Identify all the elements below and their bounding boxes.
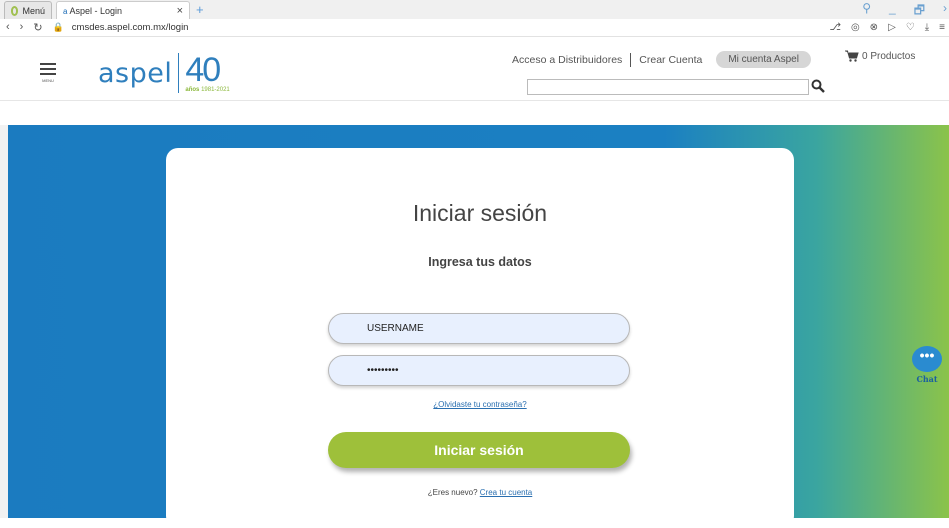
chat-bubble-icon: ••• — [912, 346, 942, 372]
settings-menu-icon[interactable]: ≡ — [939, 22, 945, 33]
browser-tabbar: Menú a Aspel - Login × + ⚲ _ 🗗 › — [0, 0, 949, 19]
cart-label: 0 Productos — [862, 50, 916, 62]
chat-widget[interactable]: ••• Chat — [912, 346, 942, 384]
search-icon[interactable] — [811, 79, 825, 93]
cart-icon — [845, 50, 859, 62]
anniversary-word: años — [185, 87, 200, 93]
distributors-link[interactable]: Acceso a Distribuidores — [512, 54, 622, 66]
heart-icon[interactable]: ♡ — [906, 22, 915, 33]
forward-icon[interactable]: › — [20, 21, 24, 34]
register-link[interactable]: Crea tu cuenta — [480, 488, 532, 497]
create-account-link[interactable]: Crear Cuenta — [639, 54, 702, 66]
aspel-favicon-icon: a — [63, 6, 68, 16]
username-input[interactable]: USERNAME — [328, 313, 630, 344]
login-subtitle: Ingresa tus datos — [428, 255, 532, 269]
logo-text: aspel — [98, 57, 173, 89]
new-tab-button[interactable]: + — [190, 1, 210, 19]
adblock-icon[interactable]: ⊗ — [870, 22, 878, 33]
aspel-40-logo[interactable]: aspel 40 años 1981-2021 — [98, 53, 230, 93]
top-links: Acceso a Distribuidores Crear Cuenta Mi … — [512, 51, 811, 68]
site-header: MENU aspel 40 años 1981-2021 Acceso a Di… — [0, 37, 949, 101]
forgot-password-link[interactable]: ¿Olvidaste tu contraseña? — [166, 400, 794, 409]
new-user-text: ¿Eres nuevo? — [427, 488, 478, 497]
download-icon[interactable]: ⤓ — [925, 22, 929, 33]
anniversary-number: 40 — [185, 51, 221, 89]
browser-menu-tab[interactable]: Menú — [4, 1, 52, 19]
my-account-button[interactable]: Mi cuenta Aspel — [716, 51, 811, 68]
address-bar: ‹ › ↻ 🔒 cmsdes.aspel.com.mx/login ⎇ ◎ ⊗ … — [0, 19, 949, 37]
security-icon[interactable]: 🔒 — [53, 22, 64, 33]
password-input[interactable]: ••••••••• — [328, 355, 630, 386]
close-tab-icon[interactable]: × — [177, 5, 183, 17]
snapshot-icon[interactable]: ◎ — [851, 22, 860, 33]
login-button[interactable]: Iniciar sesión — [328, 432, 630, 468]
opera-icon — [11, 5, 19, 16]
address-bar-icons: ⎇ ◎ ⊗ ▷ ♡ ⤓ ≡ — [829, 22, 945, 33]
hamburger-menu-button[interactable]: MENU — [40, 63, 56, 83]
reload-icon[interactable]: ↻ — [33, 21, 42, 34]
nav-buttons: ‹ › ↻ — [6, 21, 43, 34]
back-icon[interactable]: ‹ — [6, 21, 10, 34]
login-card: Iniciar sesión Ingresa tus datos USERNAM… — [166, 148, 794, 528]
tab-label: Aspel - Login — [69, 5, 123, 16]
cart-button[interactable]: 0 Productos — [845, 50, 915, 62]
login-title: Iniciar sesión — [412, 200, 548, 226]
search-input[interactable] — [527, 79, 809, 95]
flow-icon[interactable]: ▷ — [888, 22, 896, 33]
tab-aspel-login[interactable]: a Aspel - Login × — [56, 1, 190, 19]
url-field[interactable]: cmsdes.aspel.com.mx/login — [72, 22, 189, 33]
chat-label: Chat — [916, 374, 938, 384]
share-icon[interactable]: ⎇ — [829, 22, 841, 33]
anniversary-years: 1981-2021 — [201, 87, 230, 93]
menu-label: MENU — [42, 78, 54, 83]
menu-tab-label: Menú — [22, 5, 45, 16]
new-user-prompt: ¿Eres nuevo? Crea tu cuenta — [166, 488, 794, 497]
